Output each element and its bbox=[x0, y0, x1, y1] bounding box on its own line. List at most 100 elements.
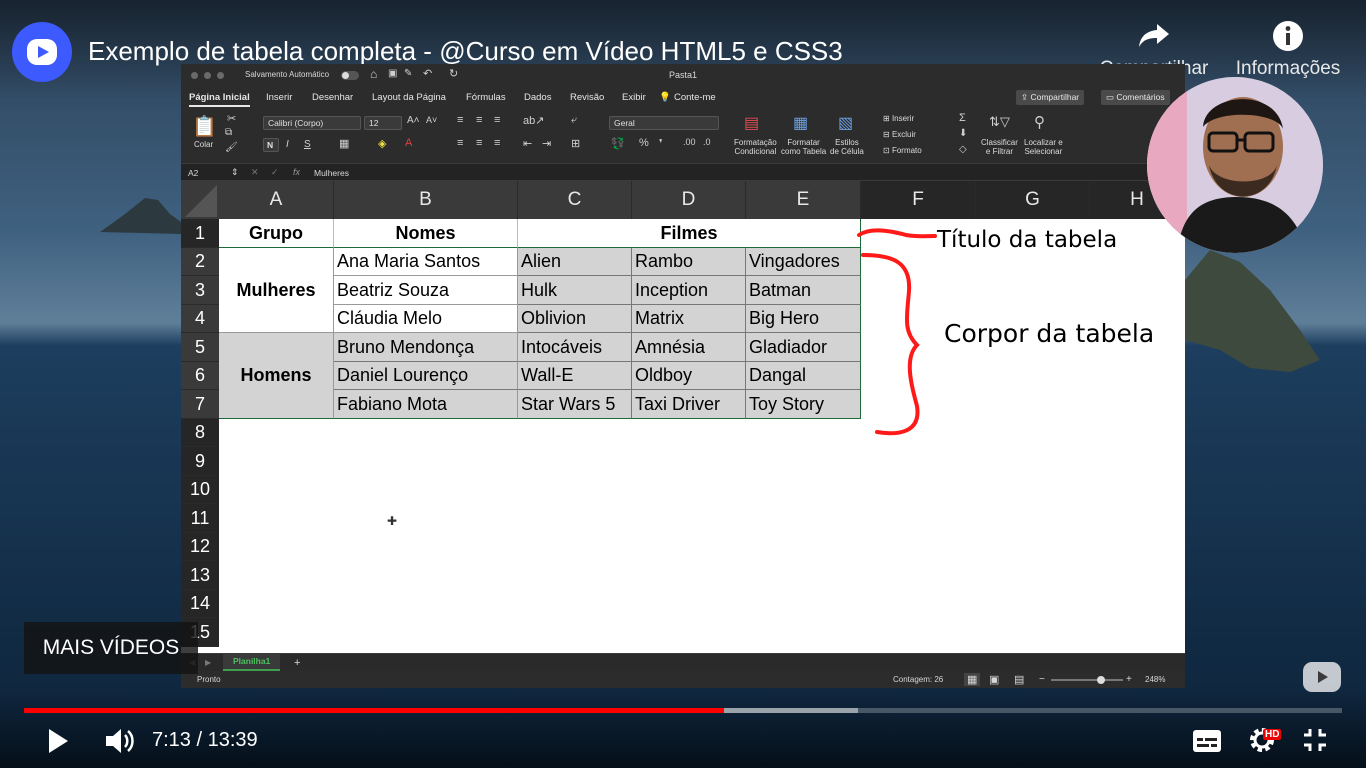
increase-indent-icon[interactable]: ⇥ bbox=[542, 137, 551, 150]
cell-movie[interactable]: Hulk bbox=[518, 276, 632, 305]
cell-a2-mulheres[interactable]: Mulheres bbox=[219, 248, 334, 333]
paste-icon[interactable]: 📋 bbox=[192, 114, 217, 139]
tab-formulas[interactable]: Fórmulas bbox=[466, 92, 506, 103]
cell-movie[interactable]: Batman bbox=[746, 276, 861, 305]
column-header-c[interactable]: C bbox=[518, 181, 632, 219]
font-name-select[interactable]: Calibri (Corpo) bbox=[263, 116, 361, 130]
column-header-b[interactable]: B bbox=[334, 181, 518, 219]
more-videos-button[interactable]: MAIS VÍDEOS bbox=[24, 622, 198, 674]
autosum-icon[interactable]: Σ bbox=[959, 112, 966, 124]
borders-icon[interactable]: ▦ bbox=[339, 137, 349, 150]
row-header[interactable]: 12 bbox=[181, 533, 219, 561]
video-title[interactable]: Exemplo de tabela completa - @Curso em V… bbox=[88, 36, 843, 67]
page-layout-view-icon[interactable]: ▣ bbox=[989, 673, 999, 686]
column-header-a[interactable]: A bbox=[219, 181, 334, 219]
zoom-slider[interactable] bbox=[1051, 676, 1123, 684]
zoom-level[interactable]: 248% bbox=[1145, 675, 1165, 684]
scroll-sheets-right-icon[interactable]: ▶ bbox=[205, 658, 211, 667]
minimize-window-icon[interactable] bbox=[204, 72, 211, 79]
cell-movie[interactable]: Dangal bbox=[746, 362, 861, 390]
decrease-indent-icon[interactable]: ⇤ bbox=[523, 137, 532, 150]
cell-name[interactable]: Beatriz Souza bbox=[334, 276, 518, 305]
align-right-icon[interactable]: ≡ bbox=[494, 137, 500, 149]
row-header[interactable]: 1 bbox=[181, 219, 219, 248]
cell-name[interactable]: Fabiano Mota bbox=[334, 390, 518, 419]
formula-input[interactable]: Mulheres bbox=[314, 168, 349, 178]
align-middle-icon[interactable]: ≡ bbox=[476, 114, 482, 126]
clear-icon[interactable]: ◇ bbox=[959, 144, 967, 155]
column-header-e[interactable]: E bbox=[746, 181, 861, 219]
progress-bar[interactable] bbox=[24, 708, 1342, 713]
cell-a5-homens[interactable]: Homens bbox=[219, 333, 334, 419]
tab-pagina-inicial[interactable]: Página Inicial bbox=[189, 92, 250, 107]
row-header[interactable]: 10 bbox=[181, 476, 219, 504]
align-top-icon[interactable]: ≡ bbox=[457, 114, 463, 126]
row-header[interactable]: 5 bbox=[181, 333, 219, 362]
percent-icon[interactable]: % bbox=[639, 137, 649, 149]
cell-c1-filmes[interactable]: Filmes bbox=[518, 219, 861, 248]
autosave-toggle[interactable] bbox=[341, 71, 359, 80]
decrease-font-icon[interactable]: A˅ bbox=[426, 115, 437, 125]
cell-name[interactable]: Ana Maria Santos bbox=[334, 248, 518, 276]
volume-button[interactable] bbox=[103, 725, 135, 762]
cell-b1-nomes[interactable]: Nomes bbox=[334, 219, 518, 248]
fill-color-icon[interactable]: ◈ bbox=[378, 137, 386, 150]
row-header[interactable]: 3 bbox=[181, 276, 219, 305]
cell-name[interactable]: Bruno Mendonça bbox=[334, 333, 518, 362]
sort-filter-icon[interactable]: ⇅▽ bbox=[989, 114, 1010, 130]
row-header[interactable]: 9 bbox=[181, 447, 219, 476]
sort-filter-button[interactable]: Classificar e Filtrar bbox=[981, 138, 1018, 156]
conditional-format-icon[interactable]: ▤ bbox=[744, 113, 759, 133]
cell-movie[interactable]: Big Hero bbox=[746, 305, 861, 333]
column-header-g[interactable]: G bbox=[976, 181, 1090, 219]
tab-inserir[interactable]: Inserir bbox=[266, 92, 292, 103]
row-header[interactable]: 7 bbox=[181, 390, 219, 419]
currency-icon[interactable]: 💱 bbox=[611, 137, 625, 150]
cell-movie[interactable]: Alien bbox=[518, 248, 632, 276]
comments-button[interactable]: ▭ Comentários bbox=[1101, 90, 1170, 105]
channel-avatar[interactable] bbox=[12, 22, 72, 82]
cell-movie[interactable]: Gladiador bbox=[746, 333, 861, 362]
increase-font-icon[interactable]: A˄ bbox=[407, 115, 420, 126]
cancel-entry-icon[interactable]: ✕ bbox=[251, 167, 259, 178]
bold-button[interactable]: N bbox=[263, 138, 279, 152]
tab-exibir[interactable]: Exibir bbox=[622, 92, 646, 103]
cell-name[interactable]: Daniel Lourenço bbox=[334, 362, 518, 390]
zoom-window-icon[interactable] bbox=[217, 72, 224, 79]
function-icon[interactable]: fx bbox=[293, 167, 300, 177]
column-header-d[interactable]: D bbox=[632, 181, 746, 219]
cell-a1-grupo[interactable]: Grupo bbox=[219, 219, 334, 248]
tab-revisao[interactable]: Revisão bbox=[570, 92, 604, 103]
save-icon[interactable]: ▣ bbox=[388, 68, 397, 79]
zoom-in-button[interactable]: + bbox=[1126, 674, 1132, 685]
sheet-tab-planilha1[interactable]: Planilha1 bbox=[223, 654, 281, 671]
cell-movie[interactable]: Rambo bbox=[632, 248, 746, 276]
row-header[interactable]: 2 bbox=[181, 248, 219, 276]
row-header[interactable]: 11 bbox=[181, 504, 219, 533]
cell-movie[interactable]: Vingadores bbox=[746, 248, 861, 276]
page-break-view-icon[interactable]: ▤ bbox=[1014, 673, 1024, 686]
select-all-corner[interactable] bbox=[181, 181, 219, 219]
format-cells-button[interactable]: ⊡ Formato bbox=[883, 146, 922, 155]
row-header[interactable]: 14 bbox=[181, 590, 219, 618]
tab-layout[interactable]: Layout da Página bbox=[372, 92, 446, 103]
cell-name[interactable]: Cláudia Melo bbox=[334, 305, 518, 333]
find-select-icon[interactable]: ⚲ bbox=[1034, 113, 1045, 131]
cell-movie[interactable]: Inception bbox=[632, 276, 746, 305]
confirm-entry-icon[interactable]: ✓ bbox=[271, 167, 279, 178]
captions-button[interactable] bbox=[1192, 729, 1222, 758]
share-excel-button[interactable]: ⇪ Compartilhar bbox=[1016, 90, 1085, 105]
fill-icon[interactable]: ⬇ bbox=[959, 128, 967, 139]
italic-button[interactable]: I bbox=[286, 139, 289, 150]
play-button[interactable] bbox=[46, 727, 70, 760]
find-select-button[interactable]: Localizar e Selecionar bbox=[1024, 138, 1063, 156]
close-window-icon[interactable] bbox=[191, 72, 198, 79]
copy-icon[interactable]: ⧉ bbox=[225, 127, 232, 138]
wrap-text-icon[interactable]: ⤶ bbox=[571, 114, 577, 127]
cell-movie[interactable]: Intocáveis bbox=[518, 333, 632, 362]
align-bottom-icon[interactable]: ≡ bbox=[494, 114, 500, 126]
comma-icon[interactable]: ❜ bbox=[659, 137, 663, 150]
number-format-select[interactable]: Geral bbox=[609, 116, 719, 130]
row-header[interactable]: 8 bbox=[181, 419, 219, 447]
info-button[interactable]: Informações bbox=[1228, 20, 1348, 80]
